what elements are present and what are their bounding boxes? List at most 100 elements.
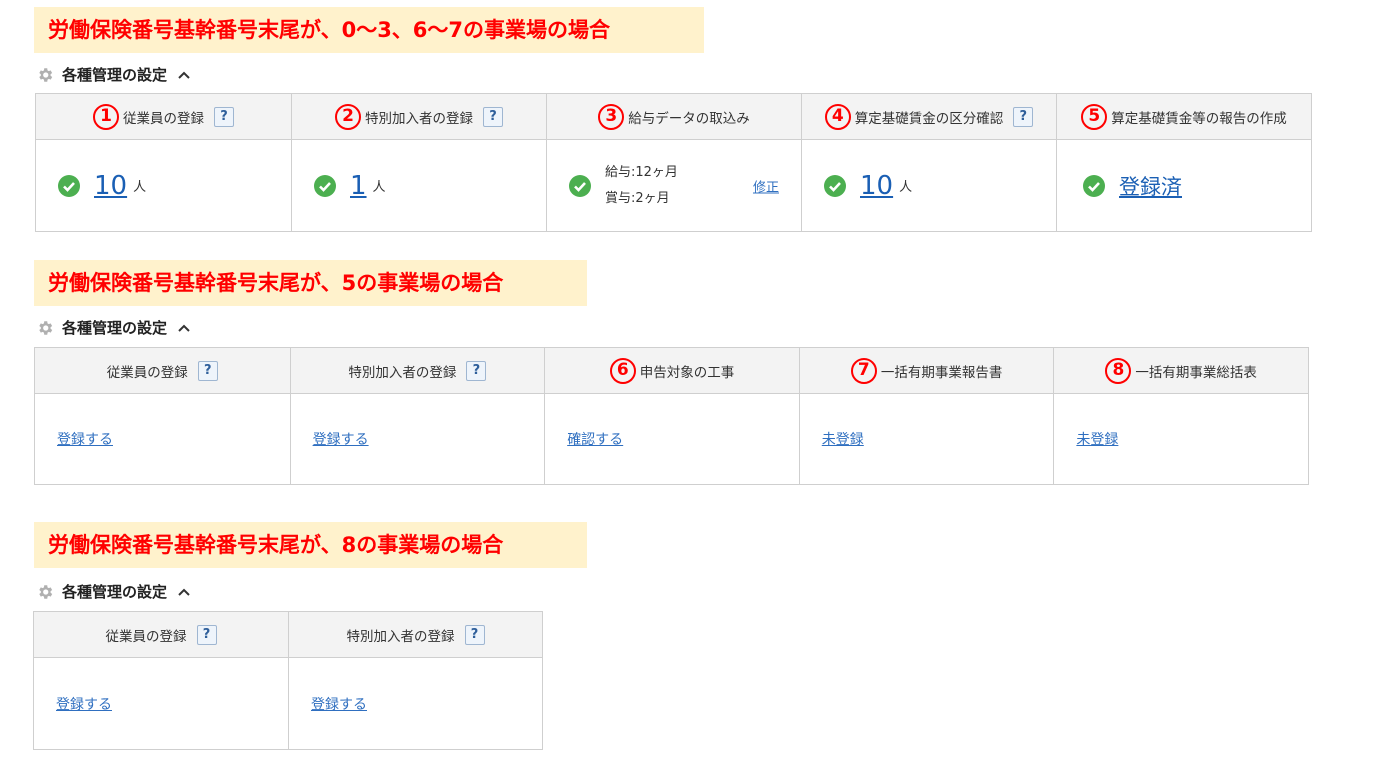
step-number-badge: 2 bbox=[335, 103, 361, 130]
check-circle-icon bbox=[824, 174, 846, 197]
special-member-count-link[interactable]: 1 bbox=[350, 171, 367, 201]
edit-link[interactable]: 修正 bbox=[753, 176, 779, 195]
section2-settings-header[interactable]: 各種管理の設定 bbox=[36, 317, 191, 338]
column-body: 確認する bbox=[545, 394, 799, 484]
column-body: 未登録 bbox=[800, 394, 1054, 484]
count-unit: 人 bbox=[899, 180, 913, 195]
column-title: 一括有期事業報告書 bbox=[880, 364, 1003, 381]
column-body: 登録する bbox=[34, 658, 288, 749]
salary-months: 給与:12ヶ月 bbox=[605, 164, 678, 180]
help-icon[interactable]: ? bbox=[1013, 106, 1034, 127]
gear-icon bbox=[39, 320, 53, 335]
step-payroll-import: 3 給与データの取込み 給与:12ヶ月 賞与:2ヶ月 修正 bbox=[546, 94, 801, 231]
wage-category-count-link[interactable]: 10 bbox=[860, 171, 893, 201]
settings-title: 各種管理の設定 bbox=[62, 319, 168, 337]
unregistered-link[interactable]: 未登録 bbox=[822, 429, 864, 449]
section1-setup-grid: 1 従業員の登録 ? 10 人 2 特別加入者の登録 ? 1 人 3 給与データ… bbox=[35, 93, 1312, 232]
step-employee-registration: 1 従業員の登録 ? 10 人 bbox=[36, 94, 291, 231]
column-header: 従業員の登録 ? bbox=[35, 348, 290, 394]
column-header: 1 従業員の登録 ? bbox=[36, 94, 291, 140]
register-link[interactable]: 登録する bbox=[56, 694, 112, 714]
column-header: 従業員の登録 ? bbox=[34, 612, 288, 658]
step-number-badge: 7 bbox=[850, 357, 877, 384]
column-header: 2 特別加入者の登録 ? bbox=[292, 94, 546, 140]
help-icon[interactable]: ? bbox=[214, 106, 234, 127]
column-title: 一括有期事業総括表 bbox=[1135, 364, 1257, 381]
column-header: 6 申告対象の工事 bbox=[545, 348, 799, 394]
step-number-badge: 6 bbox=[609, 357, 636, 384]
employee-count-link[interactable]: 10 bbox=[94, 171, 127, 201]
column-title: 算定基礎賃金の区分確認 bbox=[854, 110, 1004, 127]
step-employee-registration: 従業員の登録 ? 登録する bbox=[35, 348, 290, 484]
column-title: 特別加入者の登録 bbox=[348, 364, 457, 381]
step-special-member-registration: 特別加入者の登録 ? 登録する bbox=[289, 348, 545, 484]
check-circle-icon bbox=[58, 174, 80, 197]
gear-icon bbox=[39, 584, 53, 599]
column-body: 登録する bbox=[35, 394, 290, 484]
column-header: 特別加入者の登録 ? bbox=[290, 348, 545, 394]
step-number-badge: 4 bbox=[824, 103, 851, 130]
column-title: 算定基礎賃金等の報告の作成 bbox=[1111, 110, 1287, 127]
chevron-up-icon[interactable] bbox=[177, 68, 191, 82]
settings-title: 各種管理の設定 bbox=[62, 66, 168, 84]
help-icon[interactable]: ? bbox=[197, 360, 218, 381]
help-icon[interactable]: ? bbox=[196, 624, 217, 645]
step-number-badge: 5 bbox=[1081, 103, 1108, 130]
column-title: 特別加入者の登録 bbox=[365, 110, 473, 127]
column-body: 登録する bbox=[291, 394, 545, 484]
column-title: 従業員の登録 bbox=[123, 110, 204, 127]
count-unit: 人 bbox=[372, 180, 386, 195]
step-special-member-registration: 特別加入者の登録 ? 登録する bbox=[288, 612, 542, 749]
register-link[interactable]: 登録する bbox=[57, 429, 113, 449]
section1-settings-header[interactable]: 各種管理の設定 bbox=[36, 64, 191, 85]
column-body: 登録済 bbox=[1057, 140, 1311, 231]
step-number-badge: 3 bbox=[598, 103, 625, 130]
register-link[interactable]: 登録する bbox=[313, 429, 369, 449]
section3-banner: 労働保険番号基幹番号末尾が、8の事業場の場合 bbox=[34, 522, 587, 568]
column-title: 従業員の登録 bbox=[106, 364, 188, 381]
confirm-link[interactable]: 確認する bbox=[567, 429, 623, 449]
settings-title: 各種管理の設定 bbox=[62, 583, 168, 601]
column-body: 10 人 bbox=[36, 140, 291, 231]
column-body: 給与:12ヶ月 賞与:2ヶ月 修正 bbox=[547, 140, 801, 231]
column-title: 給与データの取込み bbox=[628, 110, 750, 127]
section3-settings-header[interactable]: 各種管理の設定 bbox=[36, 581, 191, 602]
check-circle-icon bbox=[314, 174, 336, 197]
section1-banner: 労働保険番号基幹番号末尾が、0～3、6～7の事業場の場合 bbox=[34, 7, 704, 53]
column-body: 1 人 bbox=[292, 140, 546, 231]
register-link[interactable]: 登録する bbox=[311, 694, 367, 714]
bonus-months: 賞与:2ヶ月 bbox=[605, 190, 670, 206]
column-body: 登録する bbox=[289, 658, 542, 749]
help-icon[interactable]: ? bbox=[483, 106, 503, 127]
step-lump-sum-summary-table: 8 一括有期事業総括表 未登録 bbox=[1053, 348, 1308, 484]
column-title: 申告対象の工事 bbox=[639, 364, 735, 381]
column-body: 未登録 bbox=[1054, 394, 1308, 484]
section2-setup-grid: 従業員の登録 ? 登録する 特別加入者の登録 ? 登録する 6 申告対象の工事 … bbox=[34, 347, 1309, 485]
check-circle-icon bbox=[569, 174, 591, 197]
column-header: 4 算定基礎賃金の区分確認 ? bbox=[802, 94, 1056, 140]
gear-icon bbox=[39, 67, 53, 82]
column-header: 特別加入者の登録 ? bbox=[289, 612, 542, 658]
help-icon[interactable]: ? bbox=[466, 360, 487, 381]
section2-banner: 労働保険番号基幹番号末尾が、5の事業場の場合 bbox=[34, 260, 587, 306]
chevron-up-icon[interactable] bbox=[177, 321, 191, 335]
section3-setup-grid: 従業員の登録 ? 登録する 特別加入者の登録 ? 登録する bbox=[33, 611, 543, 750]
help-icon[interactable]: ? bbox=[464, 624, 485, 645]
step-target-construction: 6 申告対象の工事 確認する bbox=[544, 348, 799, 484]
count-unit: 人 bbox=[133, 180, 147, 195]
column-title: 従業員の登録 bbox=[105, 628, 187, 645]
chevron-up-icon[interactable] bbox=[177, 585, 191, 599]
column-header: 8 一括有期事業総括表 bbox=[1054, 348, 1308, 394]
payroll-summary: 給与:12ヶ月 賞与:2ヶ月 bbox=[605, 160, 678, 212]
unregistered-link[interactable]: 未登録 bbox=[1076, 429, 1118, 449]
column-title: 特別加入者の登録 bbox=[346, 628, 455, 645]
step-number-badge: 8 bbox=[1105, 357, 1132, 384]
step-lump-sum-business-report: 7 一括有期事業報告書 未登録 bbox=[798, 348, 1054, 484]
registered-link[interactable]: 登録済 bbox=[1119, 171, 1182, 201]
step-wage-report-creation: 5 算定基礎賃金等の報告の作成 登録済 bbox=[1056, 94, 1311, 231]
column-header: 7 一括有期事業報告書 bbox=[799, 348, 1054, 394]
step-employee-registration: 従業員の登録 ? 登録する bbox=[34, 612, 288, 749]
step-wage-category-check: 4 算定基礎賃金の区分確認 ? 10 人 bbox=[801, 94, 1056, 231]
column-header: 5 算定基礎賃金等の報告の作成 bbox=[1057, 94, 1311, 140]
check-circle-icon bbox=[1083, 174, 1105, 197]
